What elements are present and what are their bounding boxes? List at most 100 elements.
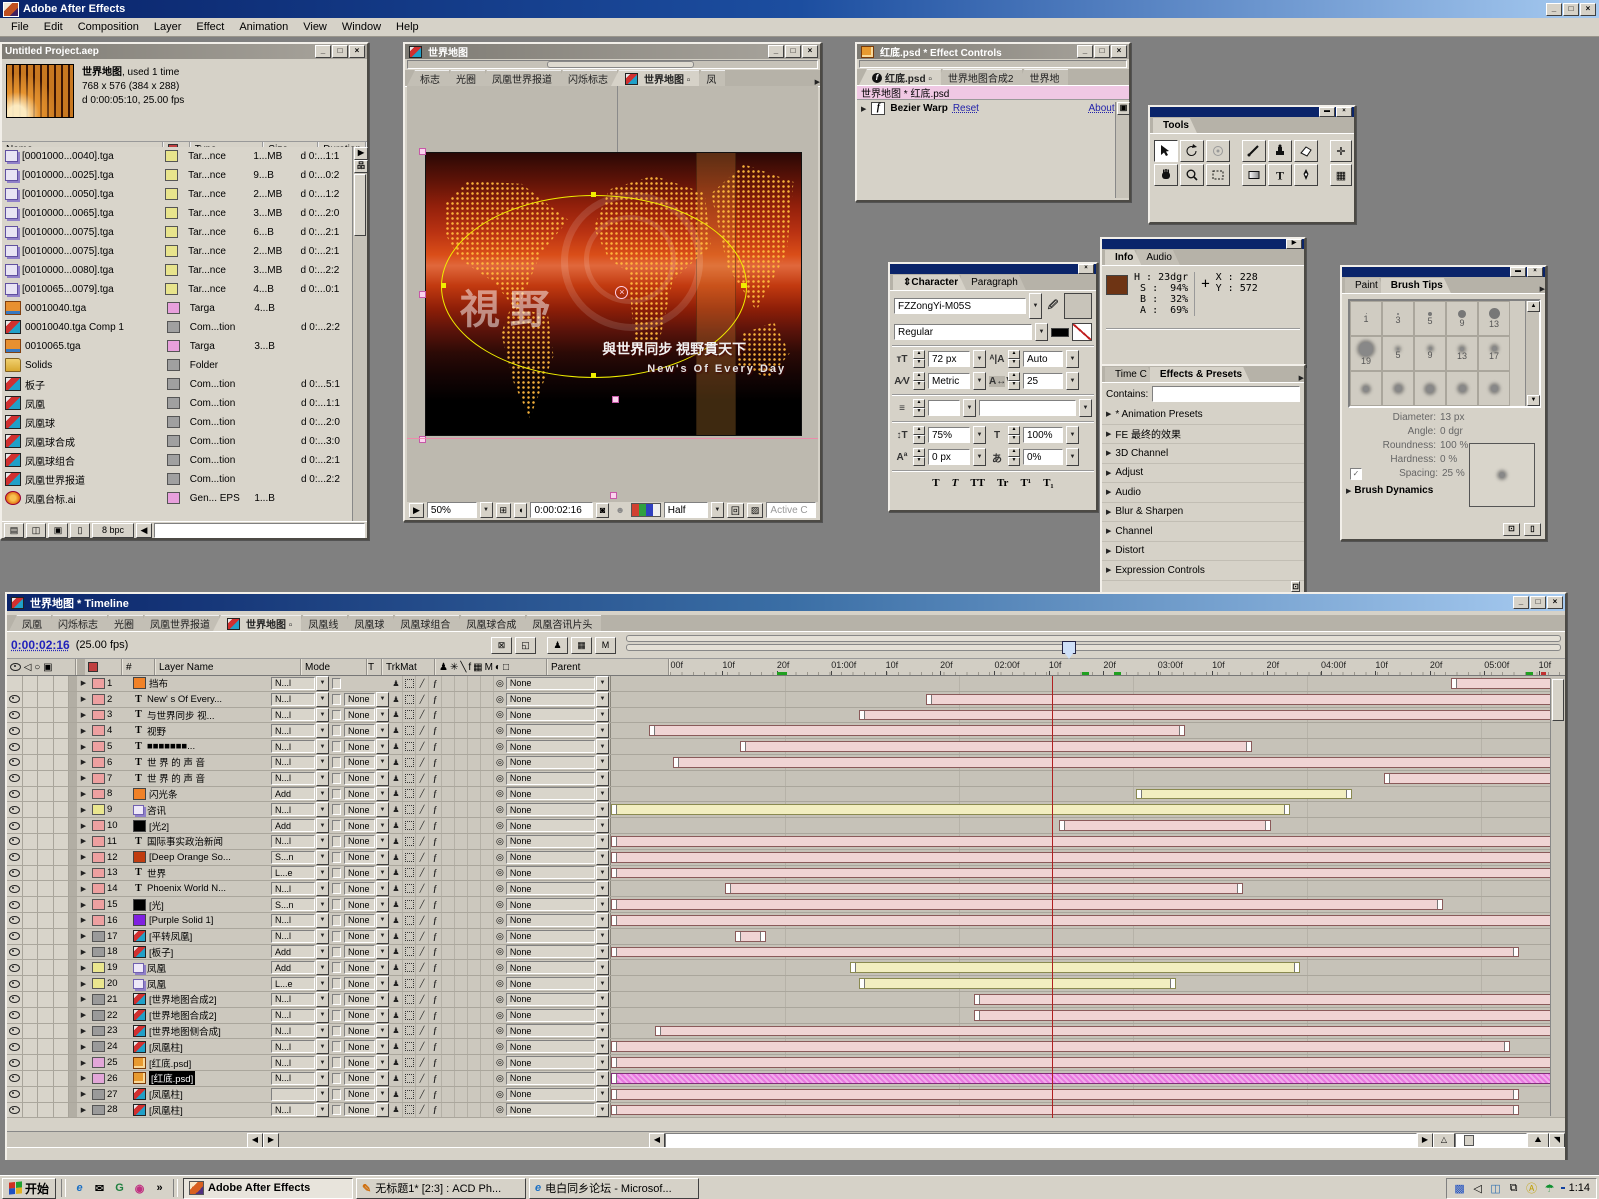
mode-dropdown[interactable]: N...l▼ (270, 881, 330, 896)
frame-blend-switch[interactable] (442, 771, 455, 786)
expand-arrow[interactable]: ▶ (77, 1024, 90, 1039)
audio-toggle[interactable] (23, 802, 39, 817)
shy-switch[interactable]: ♟ (390, 755, 403, 770)
audio-toggle[interactable] (23, 755, 39, 770)
tray-volume-icon[interactable]: ◁ (1471, 1182, 1485, 1195)
ime-indicator[interactable] (1561, 1187, 1565, 1189)
label-swatch[interactable] (165, 245, 178, 257)
eye-toggle[interactable] (7, 771, 23, 786)
black-swatch[interactable] (1051, 328, 1069, 337)
project-item[interactable]: 凤凰球 Com...tion d 0:...2:0 (2, 413, 353, 432)
brush-scrollbar[interactable]: ▲▼ (1525, 301, 1539, 406)
mode-dropdown[interactable]: N...l▼ (270, 1008, 330, 1023)
timeline-layer-row[interactable]: ▶ 9 咨讯 N...l▼ None▼ ♟╱f ◎None▼ (7, 802, 1565, 818)
close-button[interactable]: × (349, 45, 365, 58)
brush-tip[interactable] (1414, 371, 1446, 406)
tab-tools[interactable]: Tools (1153, 118, 1197, 133)
threed-switch[interactable] (481, 976, 494, 991)
label-swatch[interactable] (90, 881, 107, 896)
pan-right-button[interactable]: ▶ (263, 1133, 279, 1148)
resolution-dropdown[interactable]: Half (664, 502, 708, 518)
quality-switch[interactable]: ╱ (416, 787, 429, 802)
parent-dropdown[interactable]: ◎None▼ (494, 755, 610, 770)
adjustment-switch[interactable] (468, 913, 481, 928)
preserve-transparency-toggle[interactable] (330, 739, 343, 754)
mode-dropdown[interactable]: N...l▼ (270, 929, 330, 944)
label-swatch[interactable] (90, 755, 107, 770)
mode-dropdown[interactable]: N...l▼ (270, 834, 330, 849)
eye-toggle[interactable] (7, 1055, 23, 1070)
audio-toggle[interactable] (23, 708, 39, 723)
maximize-button[interactable]: □ (1530, 596, 1546, 609)
tab-paint[interactable]: Paint (1345, 278, 1386, 293)
quality-switch[interactable]: ╱ (416, 692, 429, 707)
shy-switch[interactable]: ♟ (390, 960, 403, 975)
trkmat-dropdown[interactable]: None▼ (343, 976, 390, 991)
close-button[interactable]: × (1336, 107, 1352, 117)
motion-blur-switch[interactable] (455, 897, 468, 912)
audio-toggle[interactable] (23, 723, 39, 738)
parent-dropdown[interactable]: ◎None▼ (494, 1008, 610, 1023)
effects-category[interactable]: ▶* Animation Presets (1102, 405, 1304, 425)
close-button[interactable]: × (802, 45, 818, 58)
col-t[interactable]: T (368, 659, 383, 675)
layer-duration-bar[interactable] (859, 710, 1565, 721)
new-preset-button[interactable]: ⊡ (1291, 581, 1300, 592)
parent-dropdown[interactable]: ◎None▼ (494, 708, 610, 723)
lock-toggle[interactable] (54, 1103, 70, 1118)
quality-switch[interactable]: ╱ (416, 1087, 429, 1102)
tab-overflow-arrow[interactable]: ▶ (815, 78, 820, 86)
shy-switch[interactable]: ♟ (390, 976, 403, 991)
trkmat-dropdown[interactable]: None▼ (343, 913, 390, 928)
mode-dropdown[interactable]: Add▼ (270, 787, 330, 802)
label-swatch[interactable] (90, 1024, 107, 1039)
menu-animation[interactable]: Animation (232, 20, 295, 34)
solo-toggle[interactable] (38, 945, 54, 960)
quality-switch[interactable]: ╱ (416, 1039, 429, 1054)
lock-toggle[interactable] (54, 913, 70, 928)
layer-duration-bar[interactable] (611, 947, 1519, 958)
eye-toggle[interactable] (7, 881, 23, 896)
orbit-tool[interactable] (1206, 140, 1230, 162)
font-style-dropdown[interactable]: Regular (894, 324, 1032, 340)
preserve-transparency-toggle[interactable] (330, 834, 343, 849)
audio-toggle[interactable] (23, 866, 39, 881)
shy-switch[interactable]: ♟ (390, 676, 403, 691)
trkmat-dropdown[interactable]: None▼ (343, 802, 390, 817)
timeline-layer-row[interactable]: ▶ 14 TPhoenix World N... N...l▼ None▼ ♟╱… (7, 881, 1565, 897)
adjustment-switch[interactable] (468, 692, 481, 707)
timeline-horizontal-scrollbar[interactable]: ◀ ▶ ◀ ▶ △ ⛰ ◥ (7, 1131, 1565, 1148)
frame-blend-switch[interactable] (442, 897, 455, 912)
timeline-tab[interactable]: 光圈 (101, 615, 143, 631)
mode-dropdown[interactable]: N...l▼ (270, 1071, 330, 1086)
shy-switch[interactable]: ♟ (390, 818, 403, 833)
motion-blur-switch[interactable] (455, 676, 468, 691)
expand-arrow[interactable]: ▶ (77, 676, 90, 691)
lock-toggle[interactable] (54, 739, 70, 754)
quality-switch[interactable]: ╱ (416, 771, 429, 786)
preserve-transparency-toggle[interactable] (330, 755, 343, 770)
layer-name[interactable]: [世界地图合成2] (132, 992, 270, 1007)
expand-arrow[interactable]: ▶ (861, 105, 866, 113)
close-button[interactable]: × (1580, 3, 1596, 16)
style-button-5[interactable]: T₁ (1043, 477, 1054, 489)
brush-dynamics-label[interactable]: Brush Dynamics (1354, 485, 1433, 496)
quicklaunch-media-icon[interactable]: ◉ (131, 1180, 148, 1196)
panel-menu-button[interactable]: ▶ (1286, 239, 1302, 249)
comp-button[interactable]: ⊠ (491, 637, 512, 654)
effects-category[interactable]: ▶Expression Controls (1102, 561, 1304, 581)
mode-dropdown[interactable]: L...e▼ (270, 976, 330, 991)
eye-toggle[interactable] (7, 1071, 23, 1086)
label-swatch[interactable] (165, 226, 178, 238)
preserve-transparency-toggle[interactable] (330, 723, 343, 738)
adjustment-switch[interactable] (468, 881, 481, 896)
corner-button[interactable]: ◥ (1549, 1133, 1565, 1148)
motion-blur-switch[interactable] (455, 802, 468, 817)
col-mode[interactable]: Mode (302, 659, 368, 675)
layer-name[interactable]: 闪光条 (132, 787, 270, 802)
mask-visibility-button[interactable]: ◖ (514, 503, 527, 518)
trkmat-dropdown[interactable]: None▼ (343, 881, 390, 896)
preserve-transparency-toggle[interactable] (330, 929, 343, 944)
preserve-transparency-toggle[interactable] (330, 787, 343, 802)
adjustment-switch[interactable] (468, 1055, 481, 1070)
